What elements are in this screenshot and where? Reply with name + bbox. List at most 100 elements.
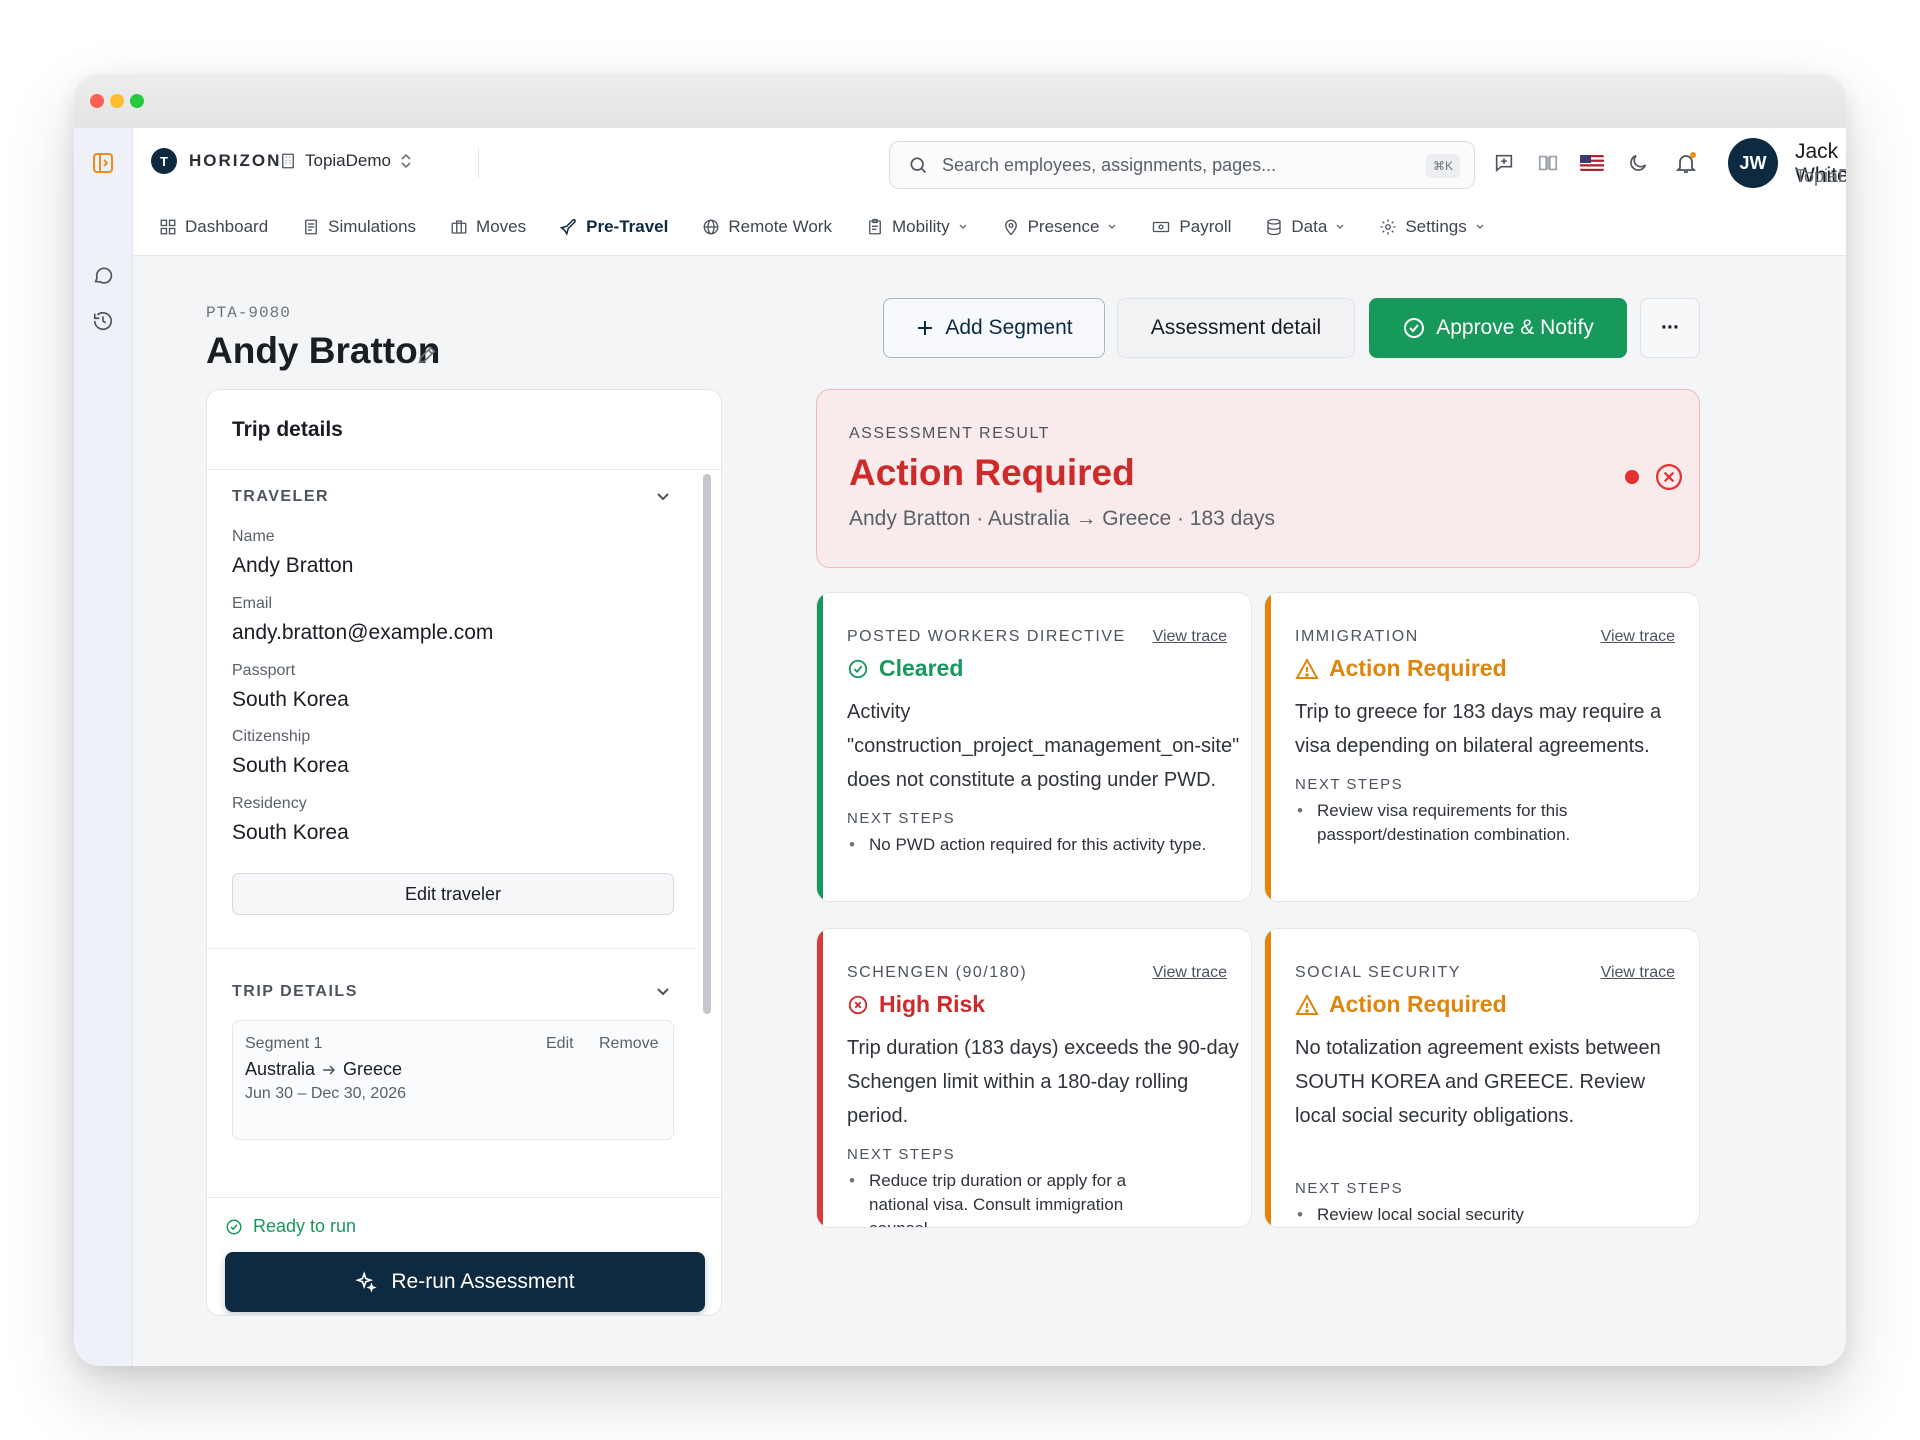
assessment-detail-button[interactable]: Assessment detail: [1117, 298, 1355, 358]
approve-notify-label: Approve & Notify: [1436, 316, 1594, 339]
nav-label: Moves: [476, 216, 527, 236]
nav-item-presence[interactable]: Presence: [1002, 207, 1118, 247]
search-input[interactable]: [942, 154, 1392, 176]
x-circle-icon: [848, 995, 868, 1014]
field-value-residency: South Korea: [232, 821, 349, 844]
warning-triangle-icon: [1295, 657, 1319, 679]
main-nav: Dashboard Simulations Moves Pre-Travel R…: [133, 198, 1846, 256]
segment-origin: Australia: [245, 1059, 316, 1079]
avatar[interactable]: JW: [1728, 138, 1778, 188]
chevron-down-icon: [1336, 223, 1344, 229]
card-description: Trip duration (183 days) exceeds the 90-…: [847, 1037, 1239, 1127]
view-trace-link[interactable]: View trace: [1601, 964, 1675, 982]
segment-label: Segment 1: [245, 1035, 323, 1052]
dark-mode-icon[interactable]: [1625, 150, 1651, 176]
nav-item-pre-travel[interactable]: Pre-Travel: [560, 207, 668, 247]
nav-item-payroll[interactable]: Payroll: [1151, 207, 1231, 247]
assessment-detail-label: Assessment detail: [1150, 316, 1322, 339]
sidebar-toggle-icon[interactable]: [90, 150, 116, 176]
rerun-assessment-button[interactable]: Re-run Assessment: [225, 1252, 705, 1312]
card-status-label: Cleared: [879, 655, 964, 681]
check-circle-icon: [226, 1219, 242, 1234]
trip-details-scroll-area[interactable]: TRAVELER Name Andy Bratton Email andy.br…: [207, 470, 721, 1197]
nav-item-dashboard[interactable]: Dashboard: [159, 207, 268, 247]
field-label-name: Name: [232, 528, 275, 545]
next-step-item: Review local social security requirement…: [1295, 1203, 1615, 1227]
card-next-steps: Reduce trip duration or apply for a nati…: [847, 1169, 1167, 1227]
brand-name: HORIZON: [189, 151, 282, 170]
ready-status: Ready to run: [225, 1216, 356, 1237]
ready-label: Ready to run: [253, 1216, 357, 1236]
minimize-window-button[interactable]: [110, 94, 124, 108]
next-step-item: Reduce trip duration or apply for a nati…: [847, 1169, 1167, 1227]
org-switcher[interactable]: TopiaDemo: [279, 148, 413, 174]
globe-icon: [703, 219, 719, 234]
more-actions-button[interactable]: ···: [1640, 298, 1700, 358]
traveler-collapse-chevron-icon[interactable]: [653, 486, 673, 511]
more-icon: ···: [1661, 316, 1680, 339]
pin-icon: [1004, 219, 1017, 235]
panel-scrollbar[interactable]: [701, 470, 713, 1197]
book-icon[interactable]: [1535, 150, 1561, 176]
card-status: High Risk: [847, 991, 985, 1018]
card-description: No totalization agreement exists between…: [1295, 1037, 1661, 1127]
nav-item-remote-work[interactable]: Remote Work: [702, 207, 832, 247]
add-segment-label: Add Segment: [945, 316, 1073, 339]
view-trace-link[interactable]: View trace: [1153, 628, 1227, 646]
brand-logo-icon: T: [151, 148, 177, 174]
maximize-window-button[interactable]: [130, 94, 144, 108]
nav-label: Pre-Travel: [586, 216, 669, 236]
card-status: Action Required: [1295, 655, 1507, 682]
view-trace-link[interactable]: View trace: [1601, 628, 1675, 646]
search-icon: [910, 157, 927, 174]
nav-item-moves[interactable]: Moves: [450, 207, 526, 247]
nav-item-simulations[interactable]: Simulations: [302, 207, 416, 247]
field-value-passport: South Korea: [232, 688, 349, 711]
x-circle-icon: [1654, 462, 1684, 497]
assessment-result-banner: ASSESSMENT RESULT Action Required Andy B…: [816, 389, 1700, 568]
section-divider: [207, 948, 697, 949]
panel-scrollbar-thumb[interactable]: [703, 474, 711, 1014]
nav-item-settings[interactable]: Settings: [1379, 207, 1484, 247]
us-flag-icon[interactable]: [1579, 150, 1605, 176]
brand[interactable]: T HORIZON: [151, 148, 281, 174]
assessment-card-social-security: SOCIAL SECURITY View trace Action Requir…: [1264, 928, 1700, 1228]
search-box[interactable]: ⌘K: [889, 141, 1475, 189]
warning-triangle-icon: [1295, 993, 1319, 1015]
gear-icon: [1380, 219, 1396, 234]
edit-traveler-button[interactable]: Edit traveler: [232, 873, 674, 915]
card-status-label: High Risk: [879, 991, 986, 1017]
plus-icon: [918, 321, 933, 335]
nav-label: Data: [1291, 216, 1328, 236]
nav-item-data[interactable]: Data: [1265, 207, 1345, 247]
segment-edit-link[interactable]: Edit: [546, 1035, 574, 1053]
segment-dates: Jun 30 – Dec 30, 2026: [245, 1085, 407, 1102]
trip-details-collapse-chevron-icon[interactable]: [653, 981, 673, 1006]
payroll-icon: [1153, 221, 1170, 232]
feedback-icon[interactable]: [1491, 150, 1517, 176]
left-rail: [74, 128, 133, 1366]
notifications-bell-icon[interactable]: [1673, 150, 1699, 176]
card-next-steps: No PWD action required for this activity…: [847, 833, 1207, 857]
main-content: PTA-9080 Andy Bratton Add Segment Assess…: [133, 256, 1846, 1366]
nav-item-mobility[interactable]: Mobility: [866, 207, 968, 247]
history-icon[interactable]: [90, 308, 116, 334]
card-description: Activity "construction_project_managemen…: [847, 701, 1240, 791]
add-segment-button[interactable]: Add Segment: [883, 298, 1105, 358]
view-trace-link[interactable]: View trace: [1153, 964, 1227, 982]
trip-id: PTA-9080: [206, 304, 291, 322]
chat-icon[interactable]: [90, 262, 116, 288]
panel-footer: Ready to run Re-run Assessment: [207, 1197, 721, 1315]
card-next-steps-label: NEXT STEPS: [1295, 776, 1404, 793]
edit-name-pencil-icon[interactable]: [416, 344, 438, 371]
segment-remove-link[interactable]: Remove: [599, 1035, 659, 1053]
card-status: Cleared: [847, 655, 963, 682]
rerun-label: Re-run Assessment: [391, 1270, 575, 1293]
building-icon: [282, 153, 294, 169]
field-label-residency: Residency: [232, 795, 307, 812]
page-title: Andy Bratton: [206, 330, 441, 371]
chevron-down-icon: [1476, 223, 1484, 229]
close-window-button[interactable]: [90, 94, 104, 108]
field-value-email: andy.bratton@example.com: [232, 621, 494, 644]
approve-notify-button[interactable]: Approve & Notify: [1369, 298, 1627, 358]
